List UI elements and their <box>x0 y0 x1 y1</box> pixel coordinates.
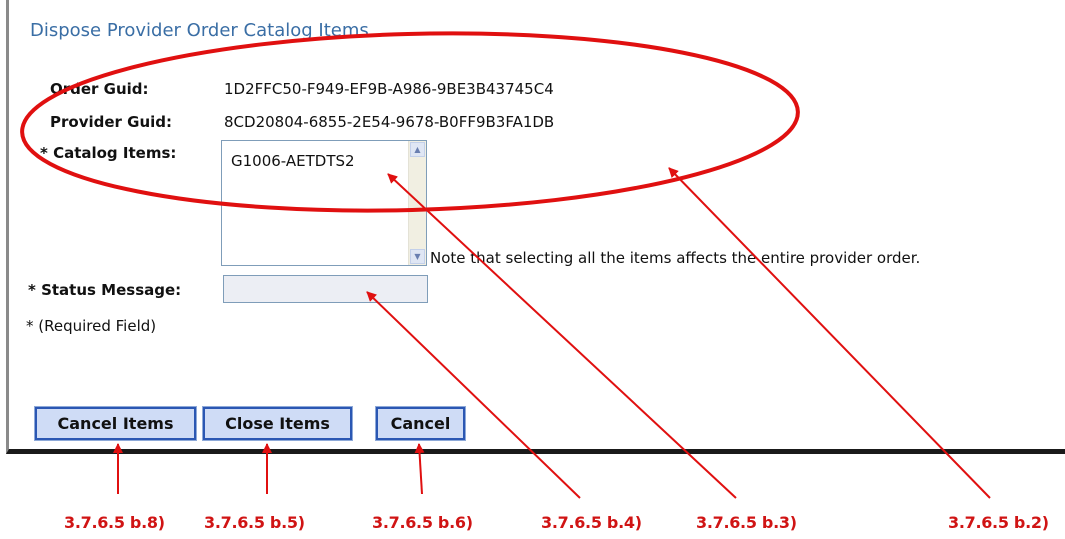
selection-note: Note that selecting all the items affect… <box>430 249 921 267</box>
cancel-button[interactable]: Cancel <box>375 406 466 441</box>
provider-guid-label: Provider Guid: <box>50 113 173 131</box>
listbox-scrollbar[interactable]: ▲ ▼ <box>408 141 426 265</box>
close-items-button[interactable]: Close Items <box>202 406 353 441</box>
ref-label-b3: 3.7.6.5 b.3) <box>696 513 797 532</box>
status-message-label: * Status Message: <box>28 281 182 299</box>
catalog-item-option[interactable]: G1006-AETDTS2 <box>231 152 355 170</box>
order-guid-value: 1D2FFC50-F949-EF9B-A986-9BE3B43745C4 <box>224 80 554 98</box>
scroll-down-arrow-icon[interactable]: ▼ <box>410 249 425 264</box>
dispose-items-panel <box>6 0 1065 454</box>
order-guid-label: Order Guid: <box>50 80 149 98</box>
status-message-input[interactable] <box>223 275 428 303</box>
ref-label-b6: 3.7.6.5 b.6) <box>372 513 473 532</box>
ref-label-b4: 3.7.6.5 b.4) <box>541 513 642 532</box>
cancel-items-button[interactable]: Cancel Items <box>34 406 197 441</box>
scroll-up-arrow-icon[interactable]: ▲ <box>410 142 425 157</box>
catalog-items-listbox[interactable]: G1006-AETDTS2 ▲ ▼ <box>221 140 427 266</box>
ref-label-b5: 3.7.6.5 b.5) <box>204 513 305 532</box>
catalog-items-label: * Catalog Items: <box>40 144 177 162</box>
ref-label-b2: 3.7.6.5 b.2) <box>948 513 1049 532</box>
required-field-note: * (Required Field) <box>26 317 157 335</box>
provider-guid-value: 8CD20804-6855-2E54-9678-B0FF9B3FA1DB <box>224 113 555 131</box>
ref-label-b8: 3.7.6.5 b.8) <box>64 513 165 532</box>
page-title: Dispose Provider Order Catalog Items <box>30 20 369 41</box>
